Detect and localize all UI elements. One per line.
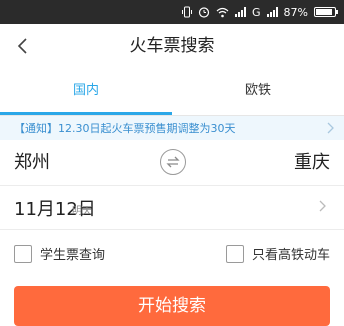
battery-percent: 87%: [283, 5, 308, 19]
alarm-icon: [198, 6, 210, 18]
chevron-right-icon: [327, 122, 334, 134]
tab-europe-rail[interactable]: 欧铁: [172, 68, 344, 116]
wifi-icon: [216, 7, 229, 18]
tab-domestic[interactable]: 国内: [0, 68, 172, 116]
status-bar: G 87%: [0, 0, 344, 24]
network-type-label: G: [252, 5, 261, 19]
search-options: 学生票查询 只看高铁动车: [0, 230, 344, 278]
date-relative-label: 明天: [72, 206, 92, 217]
signal-icon: [235, 7, 247, 17]
notice-banner[interactable]: 【通知】12.30日起火车票预售期调整为30天: [0, 116, 344, 140]
vibrate-icon: [182, 6, 193, 18]
start-search-button[interactable]: 开始搜索: [14, 286, 330, 326]
page-title: 火车票搜索: [129, 36, 215, 56]
high-speed-only-label: 只看高铁动车: [251, 248, 330, 263]
date-selector[interactable]: 11月12日 明天: [0, 186, 344, 230]
student-ticket-option[interactable]: 学生票查询: [14, 244, 105, 263]
nav-bar: 火车票搜索: [0, 24, 344, 68]
status-icons: G 87%: [182, 0, 338, 24]
chevron-right-icon: [319, 200, 326, 212]
notice-text: 【通知】12.30日起火车票预售期调整为30天: [14, 122, 236, 135]
departure-city[interactable]: 郑州: [14, 148, 50, 174]
arrival-city[interactable]: 重庆: [294, 148, 330, 174]
student-ticket-checkbox[interactable]: [14, 244, 32, 263]
tab-bar: 国内 欧铁: [0, 68, 344, 116]
high-speed-only-option[interactable]: 只看高铁动车: [225, 244, 330, 263]
route-selector: 郑州 重庆: [0, 140, 344, 186]
student-ticket-label: 学生票查询: [40, 248, 106, 263]
high-speed-only-checkbox[interactable]: [225, 244, 244, 263]
signal-icon-2: [266, 7, 278, 17]
swap-icon: [166, 156, 180, 168]
swap-cities-button[interactable]: [160, 149, 186, 175]
battery-icon: [314, 7, 338, 17]
